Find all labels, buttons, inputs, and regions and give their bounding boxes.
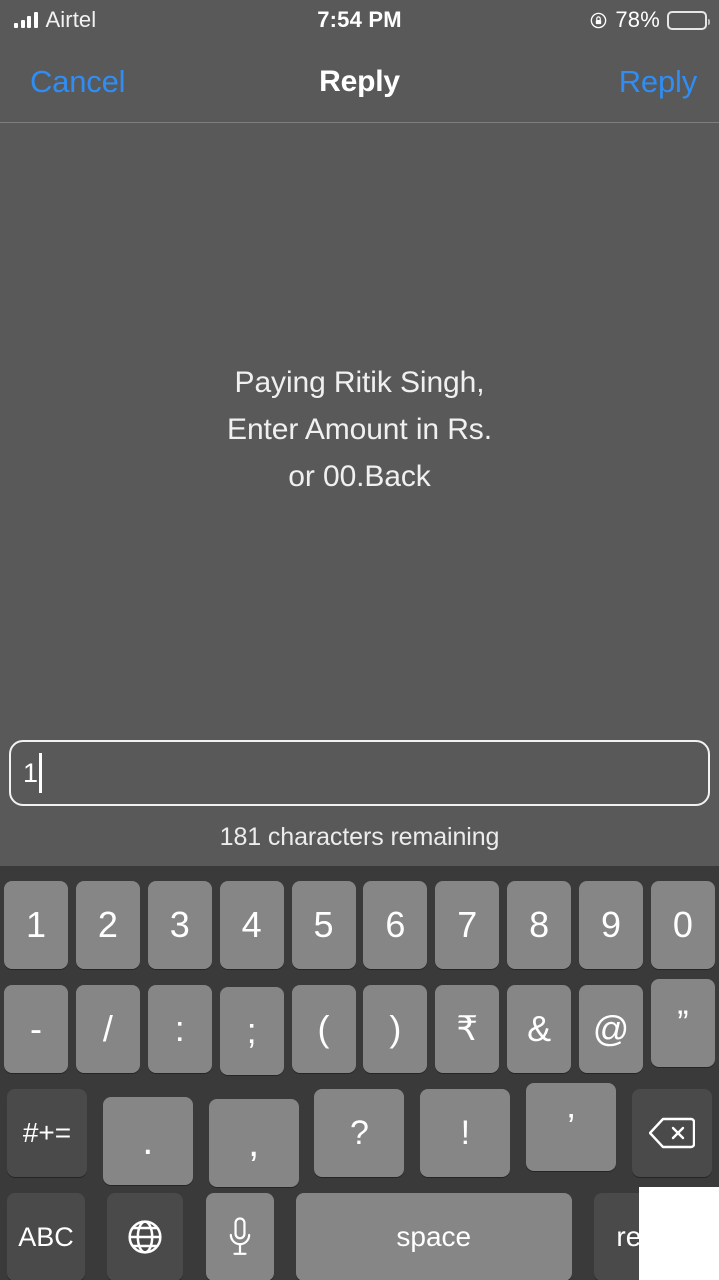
reply-text-input[interactable]: 1	[9, 740, 710, 806]
key-question[interactable]: ?	[314, 1089, 405, 1177]
key-dictation[interactable]	[205, 1193, 274, 1280]
reply-input-value: 1	[23, 757, 39, 788]
key-rupee[interactable]: ₹	[435, 985, 500, 1073]
key-period[interactable]: .	[102, 1097, 193, 1185]
key-slash[interactable]: /	[75, 985, 140, 1073]
backspace-icon	[648, 1116, 695, 1150]
nav-divider	[0, 122, 719, 123]
rotation-lock-icon	[589, 11, 608, 30]
keyboard-row-numbers: 1 2 3 4 5 6 7 8 9 0	[0, 880, 719, 970]
key-abc-toggle[interactable]: ABC	[7, 1193, 85, 1280]
battery-percent-label: 78%	[615, 7, 660, 32]
message-body-area: Paying Ritik Singh, Enter Amount in Rs. …	[0, 124, 719, 734]
key-4[interactable]: 4	[219, 881, 284, 969]
key-5[interactable]: 5	[291, 881, 356, 969]
key-0[interactable]: 0	[650, 881, 715, 969]
page-title: Reply	[319, 64, 400, 98]
phone-screen: Airtel 7:54 PM 78% Cancel Reply Reply Pa…	[0, 0, 719, 1280]
key-colon[interactable]: :	[147, 985, 212, 1073]
key-exclamation[interactable]: !	[420, 1089, 511, 1177]
microphone-icon	[225, 1216, 255, 1258]
key-paren-close[interactable]: )	[363, 985, 428, 1073]
globe-icon	[125, 1217, 165, 1257]
key-paren-open[interactable]: (	[291, 985, 356, 1073]
status-bar-right: 78%	[589, 0, 710, 40]
key-at[interactable]: @	[579, 985, 643, 1073]
key-1[interactable]: 1	[4, 881, 68, 969]
text-cursor	[39, 753, 42, 793]
key-hyphen[interactable]: -	[4, 985, 68, 1073]
key-apostrophe[interactable]: ’	[526, 1083, 617, 1171]
reply-send-button[interactable]: Reply	[619, 64, 697, 100]
clock-label: 7:54 PM	[317, 7, 402, 32]
key-ampersand[interactable]: &	[507, 985, 572, 1073]
key-8[interactable]: 8	[507, 881, 572, 969]
key-2[interactable]: 2	[75, 881, 140, 969]
key-comma[interactable]: ,	[208, 1099, 299, 1187]
key-symbols-toggle[interactable]: #+=	[7, 1089, 87, 1177]
keyboard-row-symbols: - / : ; ( ) ₹ & @ ”	[0, 979, 719, 1075]
key-9[interactable]: 9	[579, 881, 643, 969]
keyboard-row-bottom: ABC space	[0, 1192, 719, 1280]
navigation-bar: Cancel Reply Reply	[0, 40, 719, 123]
keyboard-row-punctuation: #+= . , ? ! ’	[0, 1083, 719, 1187]
battery-icon	[667, 10, 710, 30]
key-semicolon[interactable]: ;	[219, 987, 284, 1075]
key-space[interactable]: space	[295, 1193, 572, 1280]
original-message-text: Paying Ritik Singh, Enter Amount in Rs. …	[227, 365, 492, 493]
key-globe[interactable]	[107, 1193, 184, 1280]
character-counter-label: 181 characters remaining	[219, 823, 500, 851]
key-3[interactable]: 3	[147, 881, 212, 969]
key-6[interactable]: 6	[363, 881, 428, 969]
key-7[interactable]: 7	[435, 881, 500, 969]
screenshot-occlusion-overlay	[639, 1187, 719, 1280]
key-quote[interactable]: ”	[650, 979, 715, 1067]
backspace-key[interactable]	[631, 1089, 712, 1177]
on-screen-keyboard: 1 2 3 4 5 6 7 8 9 0 - / : ; ( ) ₹ & @ ” …	[0, 866, 719, 1280]
status-bar: Airtel 7:54 PM 78%	[0, 0, 719, 40]
